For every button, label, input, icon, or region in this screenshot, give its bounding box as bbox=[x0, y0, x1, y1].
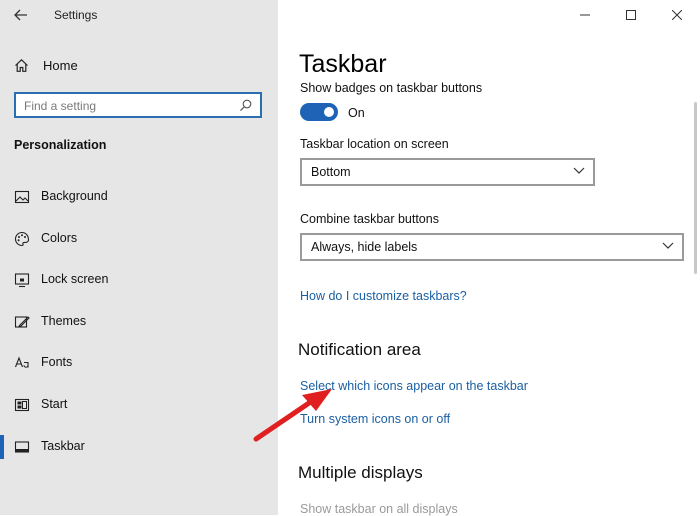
home-icon bbox=[15, 58, 28, 72]
sidebar: Settings Home Personalization Background bbox=[0, 0, 278, 515]
location-label: Taskbar location on screen bbox=[300, 137, 449, 151]
page-title: Taskbar bbox=[299, 50, 387, 78]
sidebar-item-start[interactable]: Start bbox=[0, 387, 278, 423]
combine-dropdown[interactable]: Always, hide labels bbox=[300, 233, 684, 261]
sidebar-item-taskbar[interactable]: Taskbar bbox=[0, 429, 278, 465]
palette-icon bbox=[14, 231, 30, 247]
taskbar-icon bbox=[14, 441, 30, 453]
combine-dropdown-value: Always, hide labels bbox=[311, 240, 418, 254]
sidebar-item-label: Fonts bbox=[41, 355, 73, 369]
chevron-down-icon bbox=[662, 242, 674, 249]
sidebar-item-label: Colors bbox=[41, 231, 78, 245]
minimize-icon bbox=[580, 14, 590, 16]
sidebar-item-label: Home bbox=[43, 57, 78, 73]
sidebar-item-colors[interactable]: Colors bbox=[0, 221, 278, 257]
system-icons-link[interactable]: Turn system icons on or off bbox=[300, 412, 450, 426]
sidebar-item-home[interactable]: Home bbox=[14, 54, 78, 76]
main-content: Taskbar Show badges on taskbar buttons O… bbox=[278, 0, 700, 516]
close-icon bbox=[672, 10, 682, 20]
combine-label: Combine taskbar buttons bbox=[300, 212, 439, 226]
search-box[interactable] bbox=[14, 92, 262, 118]
badges-label: Show badges on taskbar buttons bbox=[300, 81, 483, 95]
section-title: Personalization bbox=[14, 138, 107, 152]
badges-toggle[interactable] bbox=[300, 103, 338, 121]
maximize-icon bbox=[626, 10, 636, 20]
sidebar-item-label: Start bbox=[41, 397, 68, 411]
scrollbar[interactable] bbox=[694, 102, 697, 274]
start-icon bbox=[14, 398, 30, 412]
sidebar-item-themes[interactable]: Themes bbox=[0, 304, 278, 340]
location-dropdown-value: Bottom bbox=[311, 165, 351, 179]
back-button[interactable] bbox=[10, 4, 32, 26]
select-icons-link[interactable]: Select which icons appear on the taskbar bbox=[300, 379, 528, 393]
lock-screen-icon bbox=[14, 273, 30, 288]
close-button[interactable] bbox=[654, 0, 700, 30]
sidebar-item-background[interactable]: Background bbox=[0, 179, 278, 215]
badges-toggle-state: On bbox=[348, 106, 365, 120]
chevron-down-icon bbox=[573, 167, 585, 174]
sidebar-item-lock-screen[interactable]: Lock screen bbox=[0, 262, 278, 298]
customize-taskbars-link[interactable]: How do I customize taskbars? bbox=[300, 289, 467, 303]
sidebar-item-fonts[interactable]: Fonts bbox=[0, 345, 278, 381]
sidebar-item-label: Background bbox=[41, 189, 108, 203]
window-controls bbox=[562, 0, 700, 30]
maximize-button[interactable] bbox=[608, 0, 654, 30]
location-dropdown[interactable]: Bottom bbox=[300, 158, 595, 186]
show-all-displays-label: Show taskbar on all displays bbox=[300, 502, 458, 516]
toggle-knob bbox=[324, 107, 334, 117]
settings-window: Settings Home Personalization Background bbox=[0, 0, 700, 516]
notification-area-heading: Notification area bbox=[298, 340, 421, 359]
sidebar-item-label: Themes bbox=[41, 314, 87, 328]
minimize-button[interactable] bbox=[562, 0, 608, 30]
fonts-icon bbox=[14, 356, 29, 368]
search-icon[interactable] bbox=[239, 99, 252, 112]
picture-icon bbox=[14, 190, 30, 204]
multiple-displays-heading: Multiple displays bbox=[298, 463, 423, 482]
back-arrow-icon bbox=[14, 9, 27, 21]
sidebar-item-label: Lock screen bbox=[41, 272, 109, 286]
themes-icon bbox=[14, 316, 30, 328]
search-input[interactable] bbox=[22, 97, 236, 115]
app-title: Settings bbox=[54, 8, 98, 22]
selected-indicator bbox=[0, 435, 4, 459]
title-bar: Settings bbox=[0, 0, 278, 30]
sidebar-item-label: Taskbar bbox=[41, 439, 85, 453]
